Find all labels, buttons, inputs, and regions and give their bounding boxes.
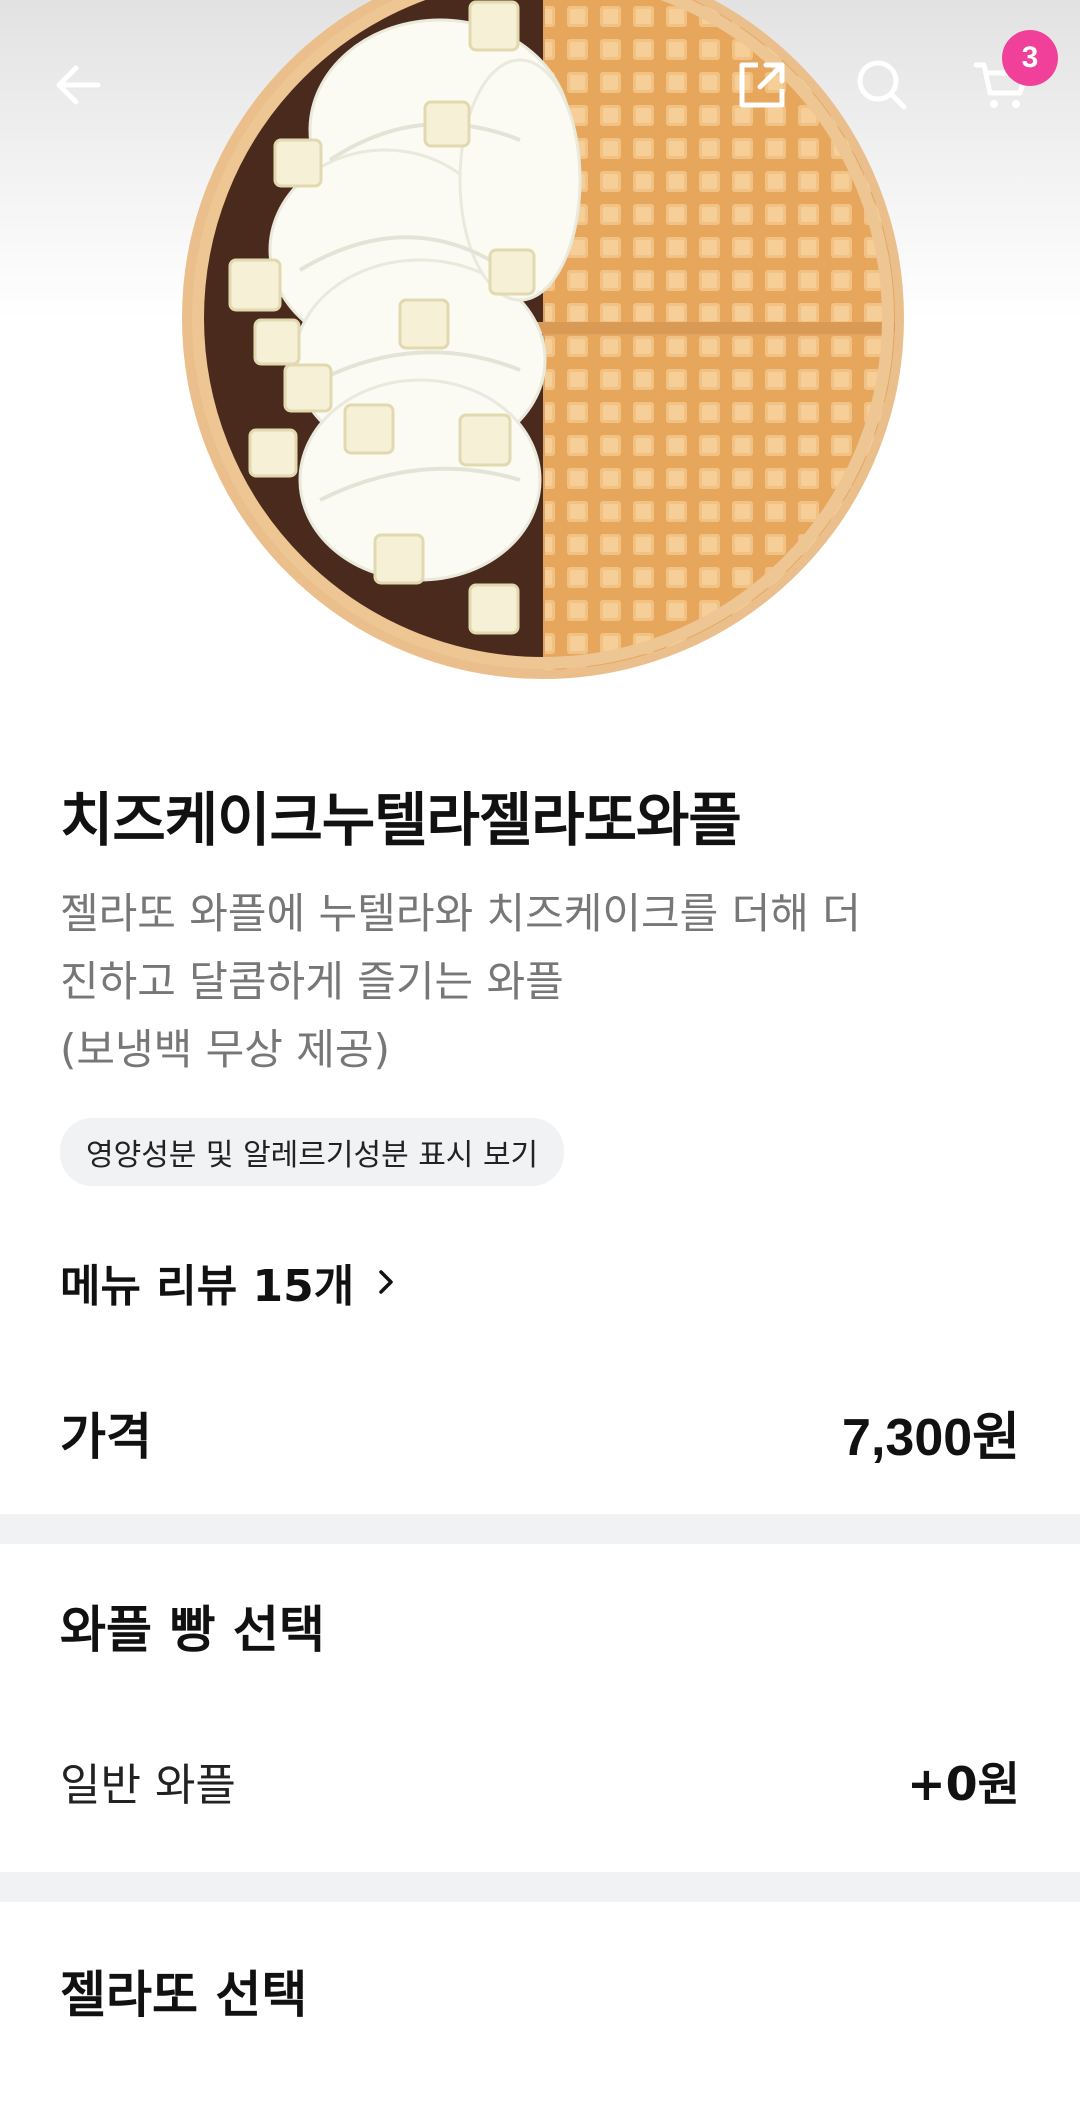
chevron-right-icon <box>379 1270 394 1294</box>
share-button[interactable] <box>707 30 817 140</box>
price-row: 가격 7,300원 <box>60 1395 1020 1470</box>
section-divider <box>0 1872 1080 1902</box>
nutrition-allergy-button[interactable]: 영양성분 및 알레르기성분 표시 보기 <box>60 1118 565 1186</box>
review-label: 메뉴 리뷰 15개 <box>60 1261 355 1312</box>
search-icon <box>857 60 907 110</box>
price-value: 7,300원 <box>842 1409 1020 1467</box>
section-divider <box>0 1514 1080 1544</box>
option-row-plain-waffle[interactable]: 일반 와플 +0원 <box>60 1748 1020 1814</box>
cart-count-badge: 3 <box>1002 30 1058 86</box>
top-app-bar: 3 <box>0 0 1080 170</box>
product-info: 치즈케이크누텔라젤라또와플 젤라또 와플에 누텔라와 치즈케이크를 더해 더 진… <box>60 780 1020 1186</box>
arrow-left-icon <box>56 65 101 105</box>
price-label: 가격 <box>60 1407 152 1466</box>
back-button[interactable] <box>23 30 133 140</box>
product-description: 젤라또 와플에 누텔라와 치즈케이크를 더해 더 진하고 달콤하게 즐기는 와플… <box>60 889 861 1074</box>
product-title: 치즈케이크누텔라젤라또와플 <box>60 786 742 854</box>
share-icon <box>739 62 785 108</box>
menu-review-link[interactable]: 메뉴 리뷰 15개 <box>60 1250 400 1314</box>
option-price: +0원 <box>907 1757 1020 1811</box>
waffle-bread-section-title: 와플 빵 선택 <box>60 1601 325 1659</box>
option-name: 일반 와플 <box>60 1760 236 1811</box>
search-button[interactable] <box>827 30 937 140</box>
gelato-section-title: 젤라또 선택 <box>60 1966 308 2024</box>
